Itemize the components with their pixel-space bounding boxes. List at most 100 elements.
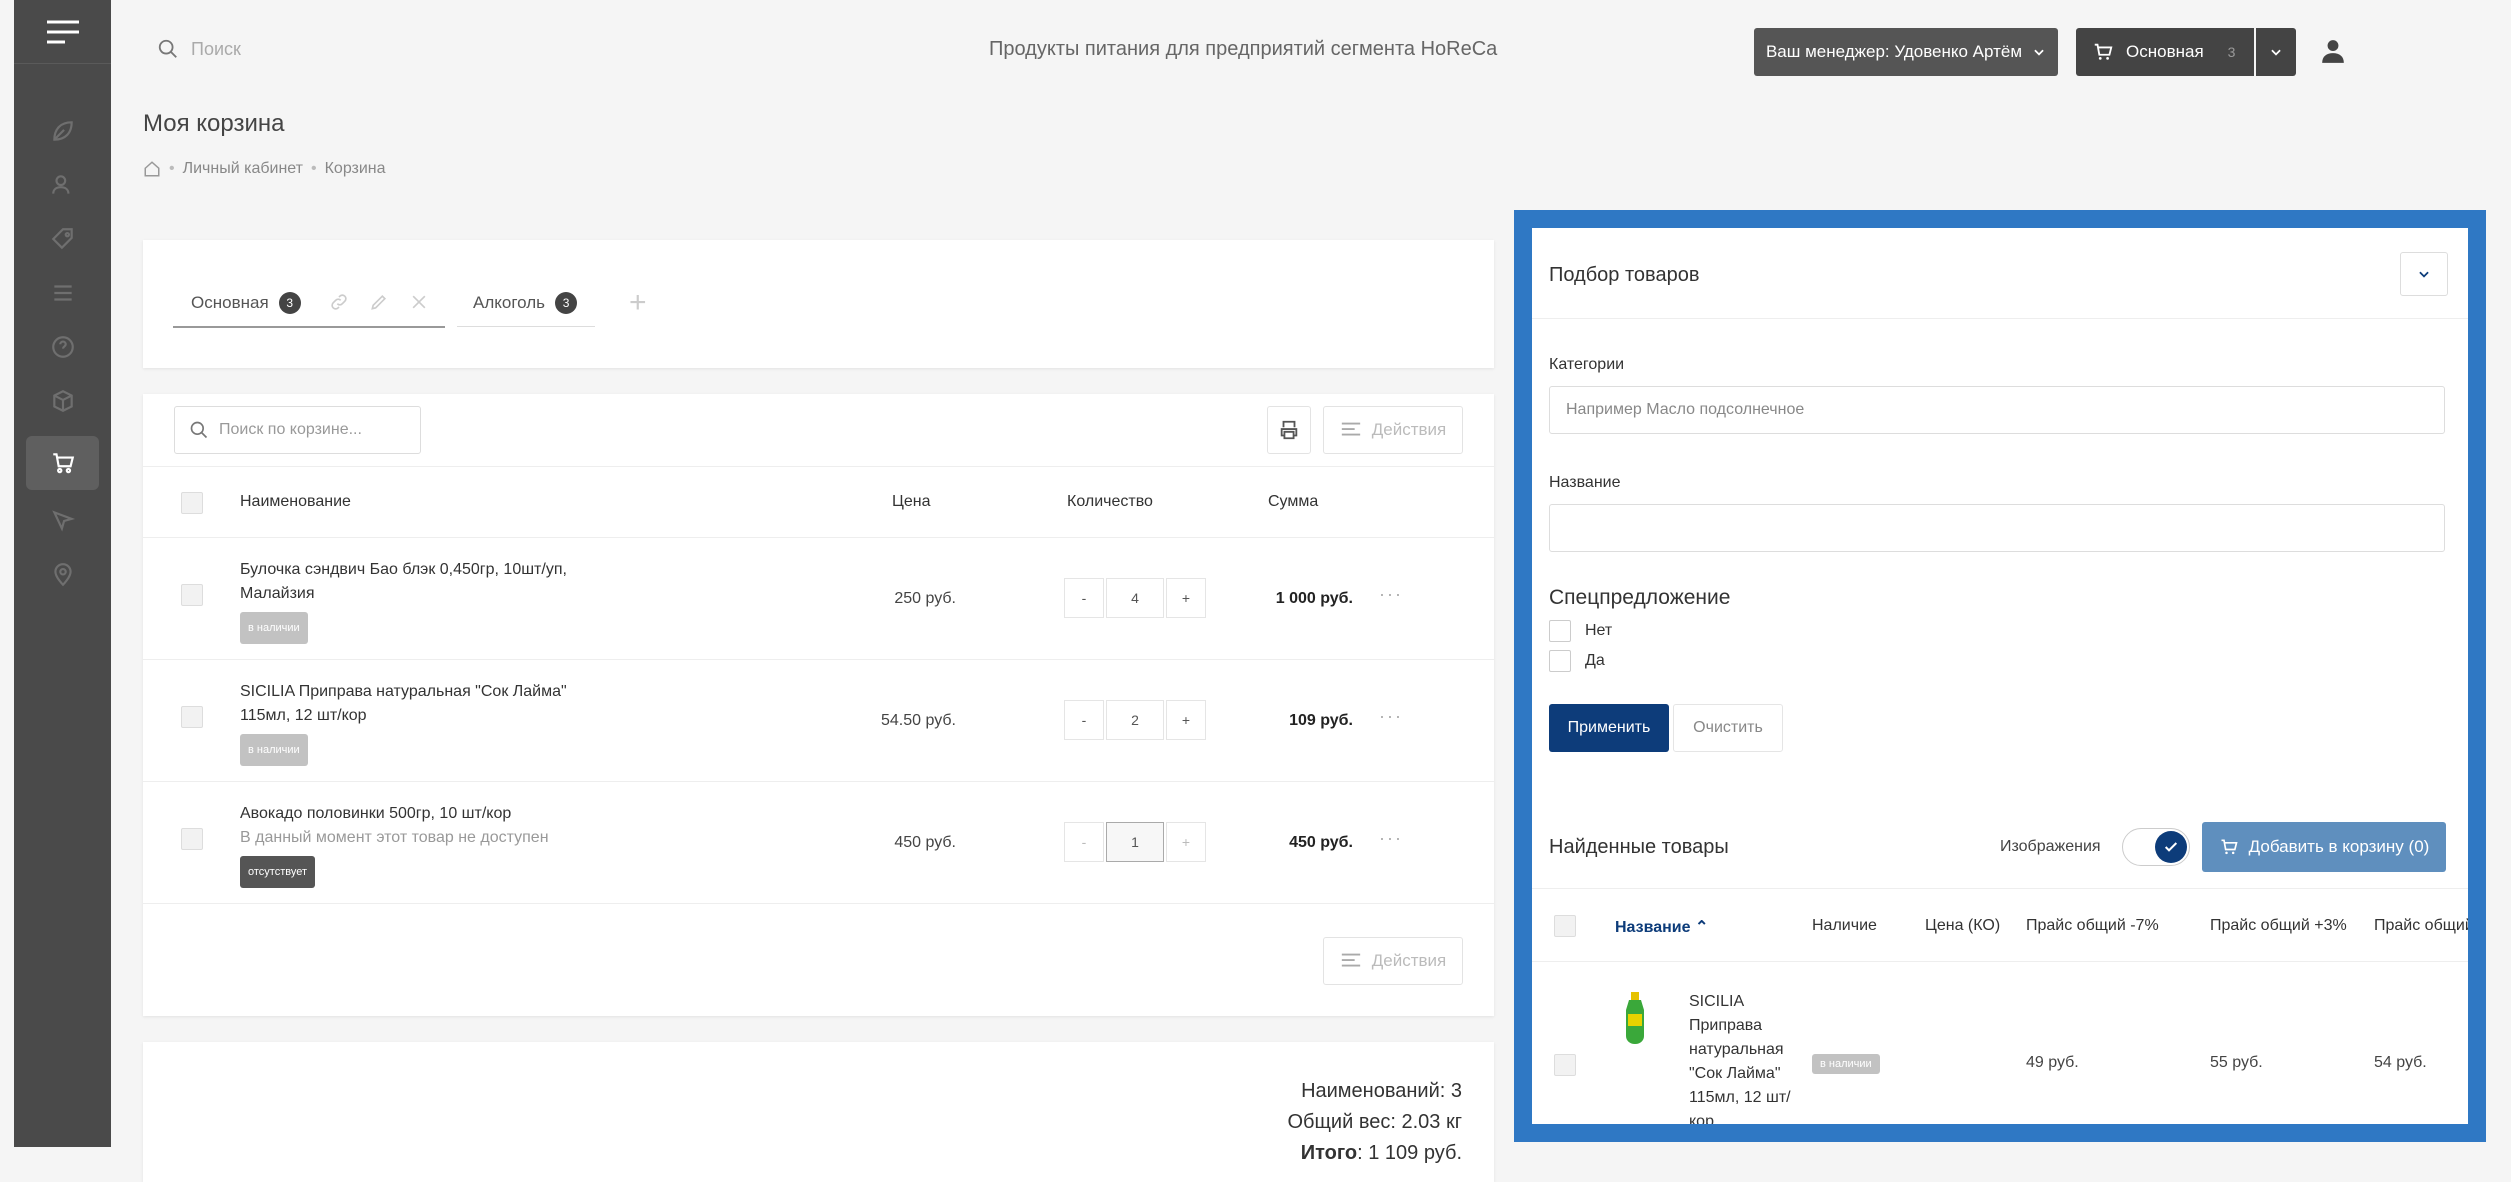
column-header-quantity[interactable]: Количество xyxy=(1067,493,1153,511)
qty-input[interactable]: 1 xyxy=(1106,822,1164,862)
select-all-checkbox[interactable] xyxy=(1554,915,1576,937)
tab-count-badge: 3 xyxy=(278,292,301,314)
breadcrumb-item[interactable]: Личный кабинет xyxy=(183,160,303,178)
sidebar-item-promo[interactable] xyxy=(26,212,99,266)
home-icon[interactable] xyxy=(143,160,161,178)
cart-table-header: Наименование Цена Количество Сумма xyxy=(143,466,1494,538)
qty-decrease-button[interactable]: - xyxy=(1064,700,1104,740)
link-icon[interactable] xyxy=(329,292,349,312)
product-name[interactable]: Авокадо половинки 500гр, 10 шт/кор xyxy=(240,802,600,826)
cart-search-input[interactable]: Поиск по корзине... xyxy=(174,406,421,454)
edit-icon[interactable] xyxy=(369,292,389,312)
manager-button[interactable]: Ваш менеджер: Удовенко Артём xyxy=(1754,28,2058,76)
cart-icon xyxy=(52,453,74,474)
sidebar-item-orders[interactable] xyxy=(26,266,99,320)
cart-icon xyxy=(2094,43,2113,60)
list-icon xyxy=(53,285,72,301)
close-icon[interactable] xyxy=(409,292,429,312)
product-name[interactable]: SICILIA Приправа натуральная "Сок Лайма"… xyxy=(240,680,600,728)
cart-dropdown-button[interactable] xyxy=(2256,28,2296,76)
add-cart-tab-button[interactable]: + xyxy=(629,286,647,320)
price-plus3-cell: 55 руб. xyxy=(2210,1054,2263,1071)
special-offer-no[interactable]: Нет xyxy=(1549,620,1612,642)
sidebar-item-products[interactable] xyxy=(26,374,99,428)
images-toggle[interactable] xyxy=(2122,828,2190,866)
product-name-cell: Булочка сэндвич Бао блэк 0,450гр, 10шт/у… xyxy=(240,558,600,644)
row-checkbox[interactable] xyxy=(181,584,203,606)
row-checkbox[interactable] xyxy=(181,706,203,728)
actions-button-bottom[interactable]: Действия xyxy=(1323,937,1463,985)
site-tagline: Продукты питания для предприятий сегмент… xyxy=(989,38,1498,60)
checkbox[interactable] xyxy=(1549,650,1571,672)
row-more-button[interactable]: ··· xyxy=(1379,828,1403,849)
images-toggle-label: Изображения xyxy=(2000,838,2101,855)
stock-badge: в наличии xyxy=(1812,1054,1880,1074)
sidebar-item-addresses[interactable] xyxy=(26,548,99,602)
unavailable-note: В данный момент этот товар не доступен xyxy=(240,829,549,846)
row-more-button[interactable]: ··· xyxy=(1379,706,1403,727)
qty-increase-button[interactable]: + xyxy=(1166,822,1206,862)
sum-cell: 109 руб. xyxy=(1289,712,1353,729)
sum-cell: 1 000 руб. xyxy=(1275,590,1353,607)
tab-alcohol-cart[interactable]: Алкоголь 3 xyxy=(473,292,578,314)
row-checkbox[interactable] xyxy=(1554,1054,1576,1076)
column-header-price-general[interactable]: Прайс общий xyxy=(2374,917,2468,935)
column-header-stock[interactable]: Наличие xyxy=(1812,917,1877,935)
picker-collapse-button[interactable] xyxy=(2400,252,2448,296)
column-header-price-ko[interactable]: Цена (КО) xyxy=(1925,917,2000,935)
global-search[interactable]: Поиск xyxy=(157,38,241,60)
chevron-down-icon xyxy=(2419,271,2429,278)
sidebar-item-delivery[interactable] xyxy=(26,494,99,548)
chevron-down-icon xyxy=(2034,49,2044,56)
qty-decrease-button[interactable]: - xyxy=(1064,578,1104,618)
quantity-stepper: - 2 + xyxy=(1064,700,1206,740)
column-header-price[interactable]: Цена xyxy=(892,493,930,511)
hamburger-icon xyxy=(46,20,79,43)
column-header-sum[interactable]: Сумма xyxy=(1268,493,1318,511)
table-row: SICILIA Приправа натуральная "Сок Лайма"… xyxy=(143,660,1494,782)
print-button[interactable] xyxy=(1267,406,1311,454)
product-name[interactable]: SICILIA Приправа натуральная "Сок Лайма"… xyxy=(1689,990,1799,1124)
sidebar-item-catalog[interactable] xyxy=(26,104,99,158)
picker-title: Подбор товаров xyxy=(1549,264,1700,286)
user-menu[interactable] xyxy=(2320,38,2346,69)
sort-asc-icon: ⌃ xyxy=(1694,919,1709,936)
qty-increase-button[interactable]: + xyxy=(1166,700,1206,740)
column-header-name[interactable]: Название ⌃ xyxy=(1615,917,1708,937)
tab-main-cart[interactable]: Основная 3 xyxy=(191,292,301,314)
stock-badge: отсутствует xyxy=(240,856,316,888)
row-more-button[interactable]: ··· xyxy=(1379,584,1403,605)
select-all-checkbox[interactable] xyxy=(181,492,203,514)
qty-increase-button[interactable]: + xyxy=(1166,578,1206,618)
checkbox[interactable] xyxy=(1549,620,1571,642)
column-header-name[interactable]: Наименование xyxy=(240,493,351,511)
category-input[interactable]: Например Масло подсолнечное xyxy=(1549,386,2445,434)
totals: Наименований: 3 Общий вес: 2.03 кг Итого… xyxy=(1287,1076,1462,1169)
name-input[interactable] xyxy=(1549,504,2445,552)
qty-decrease-button[interactable]: - xyxy=(1064,822,1104,862)
qty-input[interactable]: 2 xyxy=(1106,700,1164,740)
active-tab-indicator xyxy=(173,326,445,328)
column-header-price-plus3[interactable]: Прайс общий +3% xyxy=(2210,917,2347,935)
qty-input[interactable]: 4 xyxy=(1106,578,1164,618)
column-header-price-minus7[interactable]: Прайс общий -7% xyxy=(2026,917,2159,935)
row-checkbox[interactable] xyxy=(181,828,203,850)
apply-button[interactable]: Применить xyxy=(1549,704,1669,752)
add-to-cart-button[interactable]: Добавить в корзину (0) xyxy=(2202,822,2446,872)
price-minus7-cell: 49 руб. xyxy=(2026,1054,2079,1071)
sidebar-item-profile[interactable] xyxy=(26,158,99,212)
actions-button[interactable]: Действия xyxy=(1323,406,1463,454)
breadcrumb-separator: • xyxy=(310,160,317,177)
sidebar-item-help[interactable] xyxy=(26,320,99,374)
clear-button[interactable]: Очистить xyxy=(1673,704,1783,752)
special-offer-yes[interactable]: Да xyxy=(1549,650,1605,672)
menu-toggle[interactable] xyxy=(14,0,111,64)
cart-table-card: Поиск по корзине... Действия Наименовани… xyxy=(143,394,1494,1016)
sidebar-item-cart[interactable] xyxy=(26,436,99,490)
total-line: Итого: 1 109 руб. xyxy=(1287,1138,1462,1169)
tab-divider xyxy=(457,326,595,327)
header-cart-button[interactable]: Основная 3 xyxy=(2076,28,2254,76)
tag-icon xyxy=(51,228,73,250)
product-name[interactable]: Булочка сэндвич Бао блэк 0,450гр, 10шт/у… xyxy=(240,558,600,606)
table-row: Булочка сэндвич Бао блэк 0,450гр, 10шт/у… xyxy=(143,538,1494,660)
